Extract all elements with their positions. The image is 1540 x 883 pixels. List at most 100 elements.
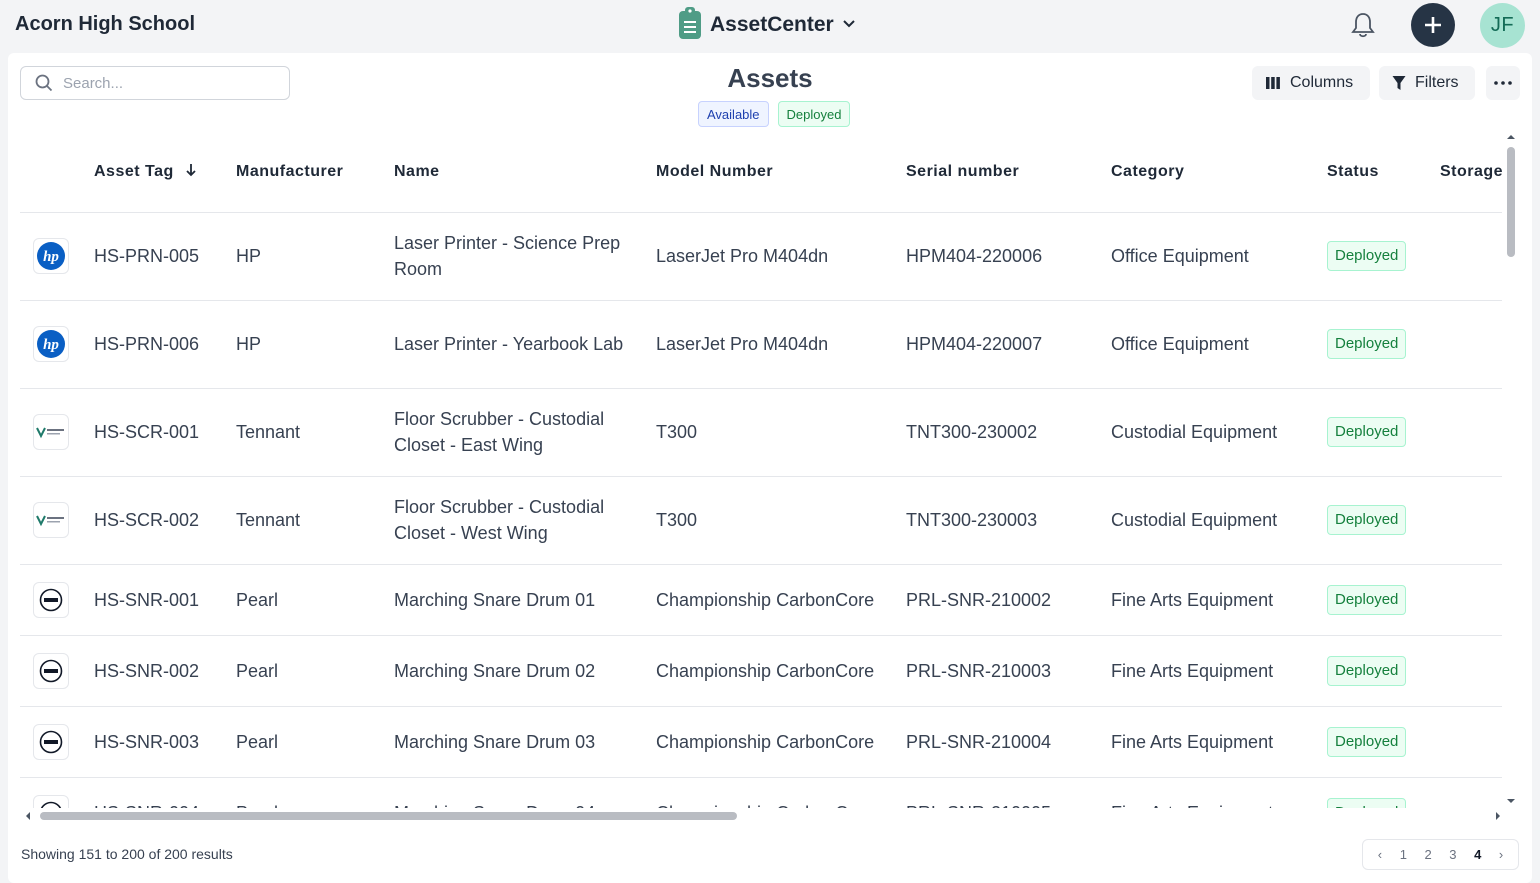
filter-chips: Available Deployed <box>698 101 851 127</box>
status-badge: Deployed <box>1327 797 1407 808</box>
previous-page-chevron-icon[interactable]: ‹ <box>1378 847 1382 862</box>
search-box[interactable] <box>20 66 290 100</box>
column-header-model-number[interactable]: Model Number <box>656 133 906 213</box>
name-cell: Laser Printer - Science Prep Room <box>394 212 656 301</box>
app-name: AssetCenter <box>710 13 834 36</box>
category-cell: Fine Arts Equipment <box>1111 706 1327 778</box>
horizontal-scroll-thumb[interactable] <box>40 812 737 820</box>
status-badge: Deployed <box>1327 329 1407 359</box>
horizontal-scrollbar[interactable] <box>20 810 1502 822</box>
pearl-logo-icon <box>33 723 69 760</box>
asset-tag-cell: HS-SNR-003 <box>94 706 236 778</box>
search-input[interactable] <box>63 74 273 92</box>
model-cell: LaserJet Pro M404dn <box>656 212 906 301</box>
more-options-button[interactable] <box>1486 66 1520 100</box>
category-cell: Office Equipment <box>1111 300 1327 389</box>
table-row[interactable]: HS-SNR-004 Pearl Marching Snare Drum 04 … <box>20 777 1502 808</box>
scroll-down-arrow-icon[interactable] <box>1505 797 1517 805</box>
serial-cell: PRL-SNR-210005 <box>906 777 1111 808</box>
model-cell: T300 <box>656 388 906 477</box>
tennant-logo-icon <box>33 414 69 450</box>
manufacturer-cell: Pearl <box>236 777 394 808</box>
filter-chip-deployed[interactable]: Deployed <box>777 101 851 127</box>
add-asset-button[interactable] <box>1411 3 1455 47</box>
sort-descending-arrow-icon <box>186 164 196 177</box>
pearl-logo-icon <box>33 581 69 618</box>
manufacturer-cell: HP <box>236 212 394 301</box>
app-switcher[interactable]: AssetCenter <box>678 6 856 42</box>
name-cell: Floor Scrubber - Custodial Closet - West… <box>394 476 656 565</box>
filters-button[interactable]: Filters <box>1379 66 1475 100</box>
scroll-left-arrow-icon[interactable] <box>24 810 32 822</box>
assets-table-viewport[interactable]: Asset Tag Manufacturer Name Model Number… <box>20 133 1502 808</box>
scroll-up-arrow-icon[interactable] <box>1505 133 1517 141</box>
category-cell: Custodial Equipment <box>1111 388 1327 477</box>
manufacturer-cell: Tennant <box>236 388 394 477</box>
page-4-button[interactable]: 4 <box>1474 847 1481 862</box>
table-row[interactable]: HS-SNR-002 Pearl Marching Snare Drum 02 … <box>20 635 1502 707</box>
pearl-logo-icon <box>33 794 69 808</box>
manufacturer-cell: HP <box>236 300 394 389</box>
user-avatar[interactable]: JF <box>1480 3 1525 48</box>
table-header-row: Asset Tag Manufacturer Name Model Number… <box>20 133 1502 213</box>
svg-text:hp: hp <box>43 337 59 353</box>
tennant-logo-icon <box>33 502 69 538</box>
top-bar: Acorn High School AssetCenter JF <box>0 0 1540 50</box>
category-cell: Custodial Equipment <box>1111 476 1327 565</box>
pearl-logo-icon <box>33 652 69 689</box>
serial-cell: PRL-SNR-210003 <box>906 635 1111 707</box>
storage-cell <box>1440 777 1502 808</box>
page-1-button[interactable]: 1 <box>1400 847 1407 862</box>
column-header-status[interactable]: Status <box>1327 133 1440 213</box>
storage-cell <box>1440 212 1502 301</box>
asset-tag-cell: HS-PRN-005 <box>94 212 236 301</box>
column-header-name[interactable]: Name <box>394 133 656 213</box>
serial-cell: TNT300-230002 <box>906 388 1111 477</box>
column-header-serial-number[interactable]: Serial number <box>906 133 1111 213</box>
table-row[interactable]: hp HS-PRN-006 HP Laser Printer - Yearboo… <box>20 300 1502 389</box>
model-cell: Championship CarbonCore <box>656 635 906 707</box>
model-cell: Championship CarbonCore <box>656 777 906 808</box>
page-3-button[interactable]: 3 <box>1449 847 1456 862</box>
status-badge: Deployed <box>1327 584 1407 615</box>
table-row[interactable]: HS-SCR-001 Tennant Floor Scrubber - Cust… <box>20 388 1502 477</box>
category-cell: Fine Arts Equipment <box>1111 564 1327 636</box>
table-row[interactable]: HS-SNR-003 Pearl Marching Snare Drum 03 … <box>20 706 1502 778</box>
serial-cell: TNT300-230003 <box>906 476 1111 565</box>
table-row[interactable]: HS-SNR-001 Pearl Marching Snare Drum 01 … <box>20 564 1502 636</box>
pagination: ‹ 1 2 3 4 › <box>1362 839 1519 870</box>
serial-cell: HPM404-220007 <box>906 300 1111 389</box>
column-header-storage[interactable]: Storage <box>1440 133 1502 213</box>
name-cell: Marching Snare Drum 03 <box>394 706 656 778</box>
page-2-button[interactable]: 2 <box>1424 847 1431 862</box>
more-dots-icon <box>1494 81 1512 85</box>
vertical-scrollbar[interactable] <box>1505 133 1517 805</box>
table-row[interactable]: hp HS-PRN-005 HP Laser Printer - Science… <box>20 212 1502 301</box>
category-cell: Office Equipment <box>1111 212 1327 301</box>
notifications-bell-icon[interactable] <box>1350 11 1376 39</box>
column-header-manufacturer[interactable]: Manufacturer <box>236 133 394 213</box>
status-badge: Deployed <box>1327 505 1407 535</box>
filter-chip-available[interactable]: Available <box>698 101 769 127</box>
name-cell: Marching Snare Drum 02 <box>394 635 656 707</box>
vertical-scroll-thumb[interactable] <box>1507 147 1515 257</box>
next-page-chevron-icon[interactable]: › <box>1499 847 1503 862</box>
status-badge: Deployed <box>1327 655 1407 686</box>
status-badge: Deployed <box>1327 241 1407 271</box>
filter-funnel-icon <box>1392 76 1406 90</box>
table-row[interactable]: HS-SCR-002 Tennant Floor Scrubber - Cust… <box>20 476 1502 565</box>
column-header-asset-tag[interactable]: Asset Tag <box>94 133 236 213</box>
asset-tag-cell: HS-SCR-001 <box>94 388 236 477</box>
status-badge: Deployed <box>1327 726 1407 757</box>
columns-label: Columns <box>1290 74 1354 91</box>
asset-tag-cell: HS-PRN-006 <box>94 300 236 389</box>
results-summary: Showing 151 to 200 of 200 results <box>21 846 233 862</box>
svg-text:hp: hp <box>43 249 59 265</box>
name-cell: Marching Snare Drum 01 <box>394 564 656 636</box>
storage-cell <box>1440 300 1502 389</box>
assets-panel: Assets Available Deployed Columns Filter… <box>8 53 1532 883</box>
columns-button[interactable]: Columns <box>1252 66 1370 100</box>
storage-cell <box>1440 635 1502 707</box>
scroll-right-arrow-icon[interactable] <box>1494 810 1502 822</box>
column-header-category[interactable]: Category <box>1111 133 1327 213</box>
